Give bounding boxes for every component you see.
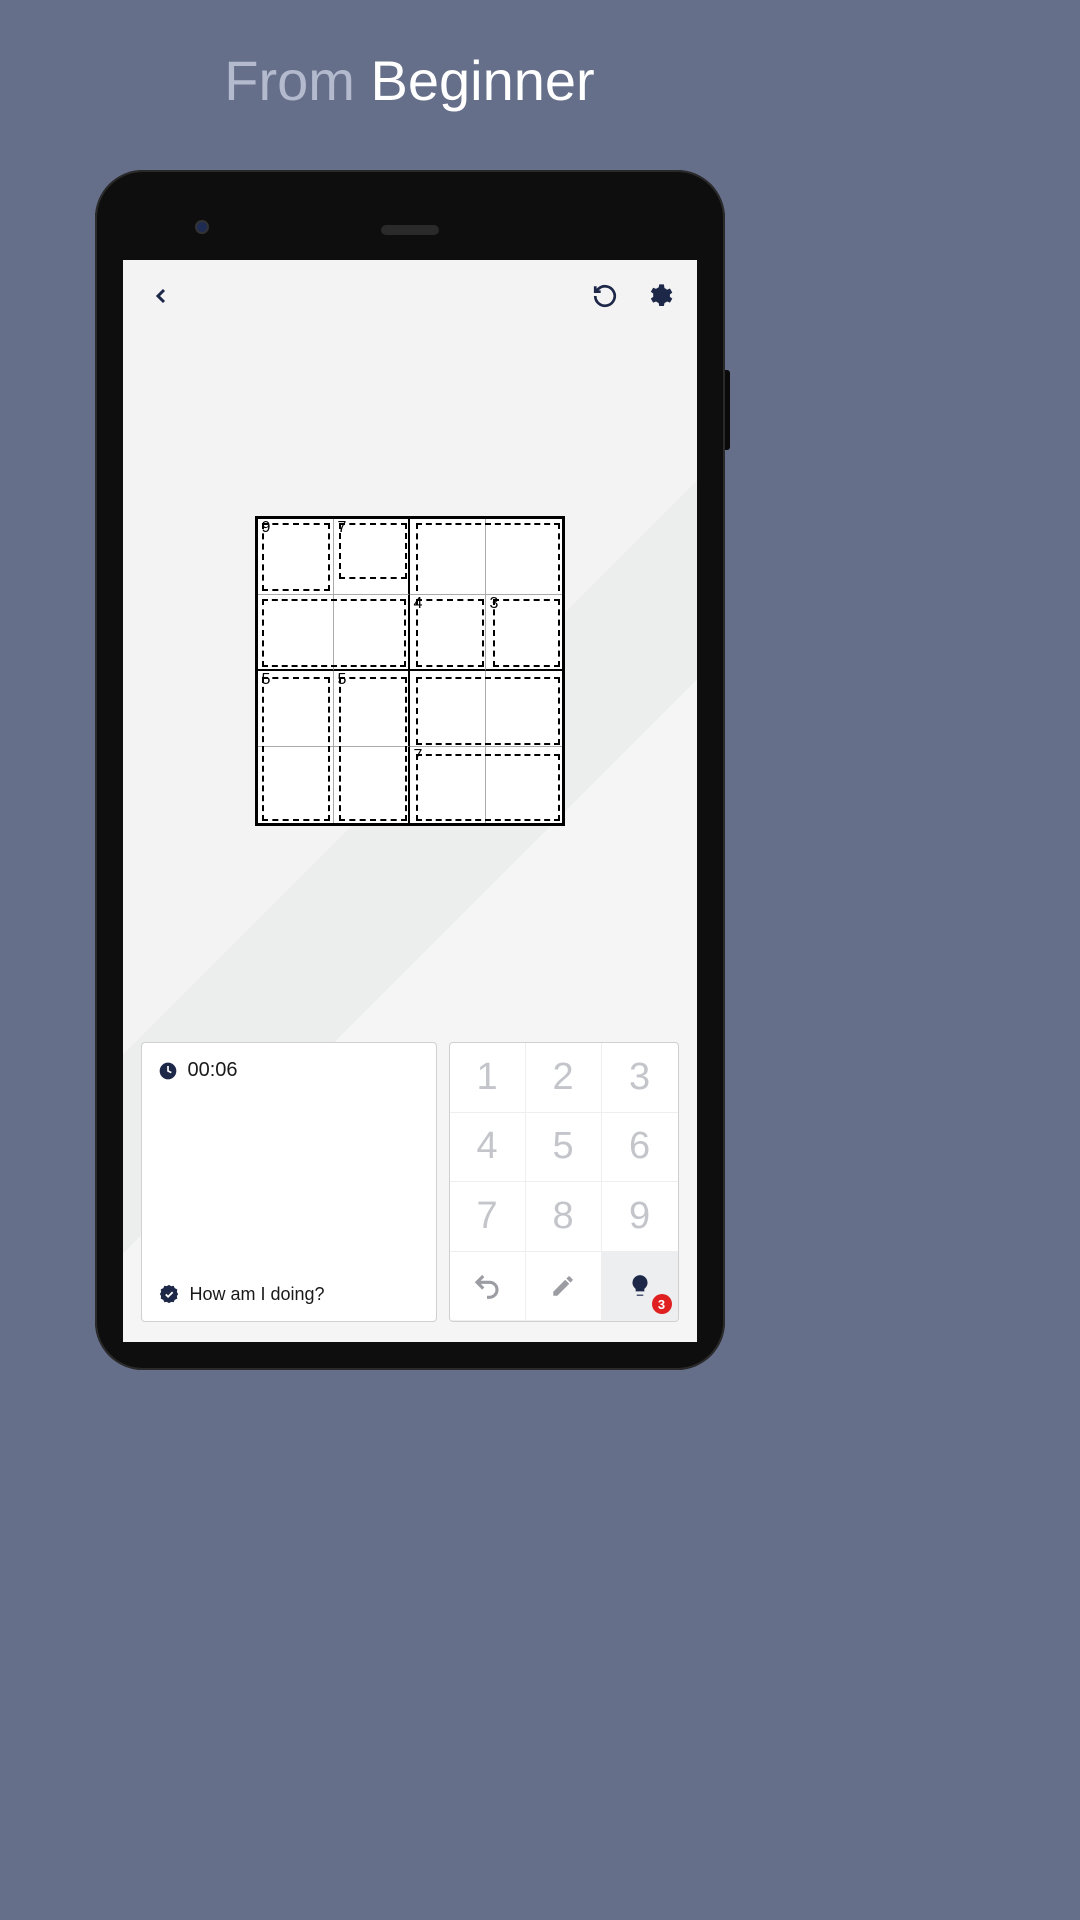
cage-sum: 7 xyxy=(414,747,423,765)
clock-icon xyxy=(158,1061,178,1081)
phone-side-button xyxy=(725,370,730,450)
status-check-button[interactable]: How am I doing? xyxy=(158,1283,420,1305)
undo-icon xyxy=(592,283,618,309)
cage-sum: 7 xyxy=(338,519,347,537)
cage-sum: 4 xyxy=(414,595,423,613)
undo-button[interactable] xyxy=(450,1252,526,1322)
check-badge-icon xyxy=(158,1283,180,1305)
gear-icon xyxy=(645,282,673,310)
headline-prefix: From xyxy=(224,49,355,112)
cage-sum: 5 xyxy=(262,671,271,689)
cell-2-0[interactable]: 5 xyxy=(258,671,334,747)
back-button[interactable] xyxy=(143,278,179,314)
app-screen: 9 7 4 3 5 xyxy=(123,260,697,1342)
chevron-left-icon xyxy=(149,284,173,308)
cell-2-2[interactable] xyxy=(410,671,486,747)
keypad-9[interactable]: 9 xyxy=(602,1182,678,1252)
keypad-5[interactable]: 5 xyxy=(526,1113,602,1183)
phone-device-frame: 9 7 4 3 5 xyxy=(95,170,725,1370)
cell-3-3[interactable] xyxy=(486,747,562,823)
cell-1-3[interactable]: 3 xyxy=(486,595,562,671)
cage-sum: 9 xyxy=(262,519,271,537)
sudoku-grid[interactable]: 9 7 4 3 5 xyxy=(255,516,565,826)
cell-0-0[interactable]: 9 xyxy=(258,519,334,595)
bottom-panel: 00:06 How am I doing? 1 2 3 4 5 6 7 8 9 xyxy=(123,1030,697,1342)
keypad-6[interactable]: 6 xyxy=(602,1113,678,1183)
lightbulb-icon xyxy=(627,1273,653,1299)
cell-1-0[interactable] xyxy=(258,595,334,671)
marketing-headline: From Beginner xyxy=(0,0,819,113)
cell-3-2[interactable]: 7 xyxy=(410,747,486,823)
cell-3-0[interactable] xyxy=(258,747,334,823)
number-keypad: 1 2 3 4 5 6 7 8 9 3 xyxy=(449,1042,679,1322)
headline-emphasis: Beginner xyxy=(371,49,595,112)
keypad-2[interactable]: 2 xyxy=(526,1043,602,1113)
cell-2-1[interactable]: 5 xyxy=(334,671,410,747)
cage-sum: 3 xyxy=(490,595,499,613)
phone-camera xyxy=(195,220,209,234)
cell-0-2[interactable] xyxy=(410,519,486,595)
keypad-1[interactable]: 1 xyxy=(450,1043,526,1113)
puzzle-area: 9 7 4 3 5 xyxy=(123,332,697,1030)
undo-arrow-icon xyxy=(472,1271,502,1301)
keypad-4[interactable]: 4 xyxy=(450,1113,526,1183)
reset-button[interactable] xyxy=(587,278,623,314)
hint-button[interactable]: 3 xyxy=(602,1252,678,1322)
keypad-7[interactable]: 7 xyxy=(450,1182,526,1252)
phone-speaker xyxy=(381,225,439,235)
cage-sum: 5 xyxy=(338,671,347,689)
keypad-8[interactable]: 8 xyxy=(526,1182,602,1252)
info-card: 00:06 How am I doing? xyxy=(141,1042,437,1322)
cell-1-1[interactable] xyxy=(334,595,410,671)
hint-count-badge: 3 xyxy=(652,1294,672,1314)
cell-0-1[interactable]: 7 xyxy=(334,519,410,595)
timer-value: 00:06 xyxy=(188,1059,238,1082)
pencil-icon xyxy=(550,1273,576,1299)
cell-2-3[interactable] xyxy=(486,671,562,747)
settings-button[interactable] xyxy=(641,278,677,314)
cell-0-3[interactable] xyxy=(486,519,562,595)
timer: 00:06 xyxy=(158,1059,420,1082)
topbar xyxy=(123,260,697,332)
pencil-button[interactable] xyxy=(526,1252,602,1322)
keypad-3[interactable]: 3 xyxy=(602,1043,678,1113)
status-label: How am I doing? xyxy=(190,1284,325,1305)
cell-1-2[interactable]: 4 xyxy=(410,595,486,671)
cell-3-1[interactable] xyxy=(334,747,410,823)
